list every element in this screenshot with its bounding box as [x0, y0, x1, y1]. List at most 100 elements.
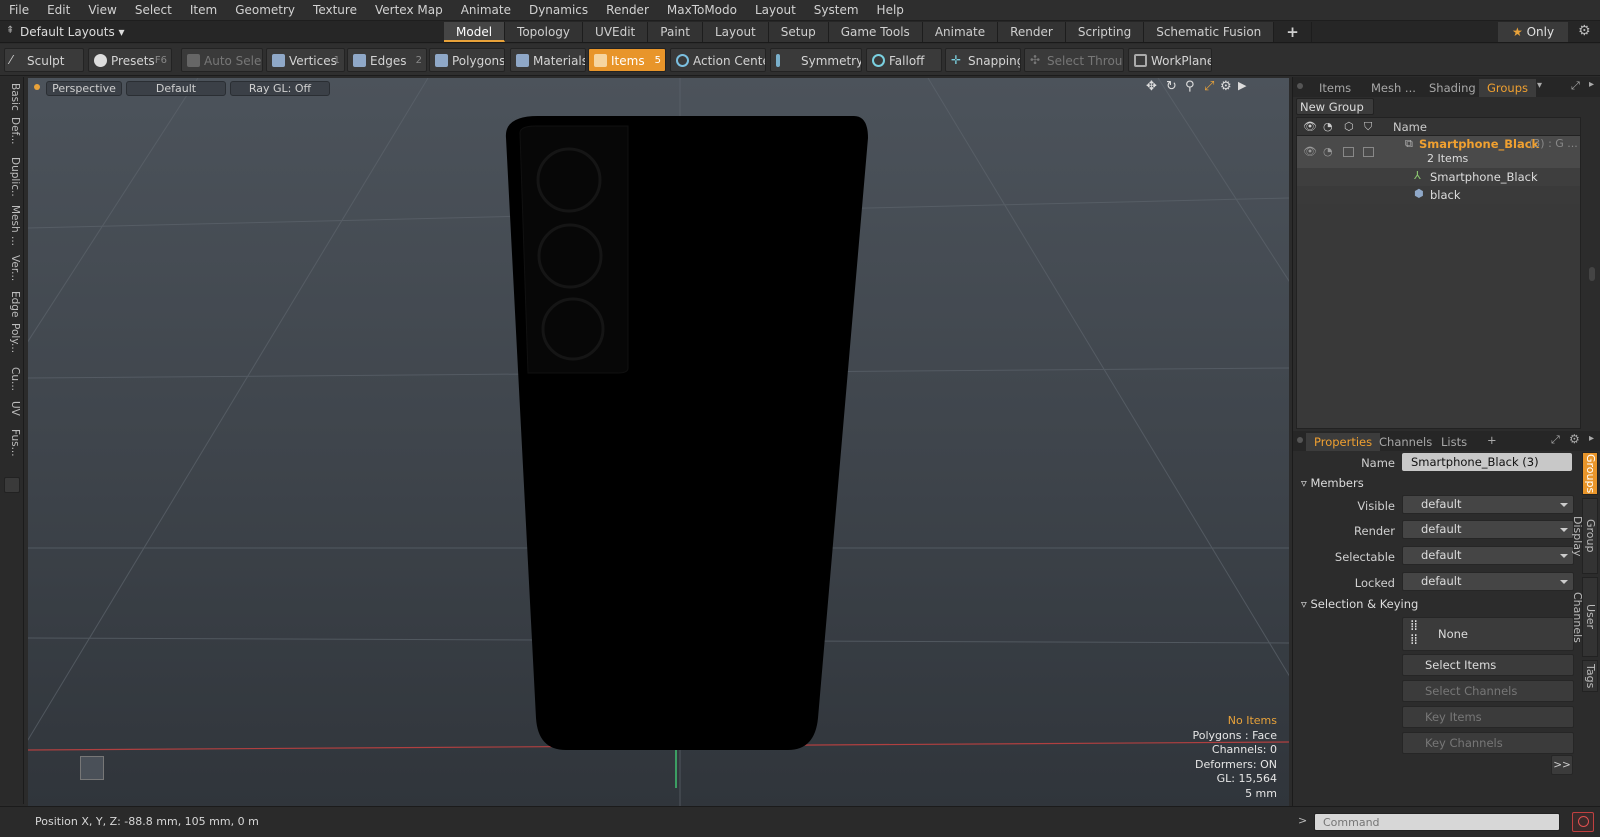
viewport-indicator-icon[interactable]: [34, 84, 40, 90]
sidetab-group-display[interactable]: Group Display: [1571, 498, 1598, 574]
menu-dynamics[interactable]: Dynamics: [520, 0, 597, 21]
visible-dropdown[interactable]: default: [1402, 495, 1574, 514]
selection-keying-header[interactable]: ▿ Selection & Keying: [1301, 597, 1418, 611]
maximize-icon[interactable]: ⤢: [1204, 79, 1214, 94]
command-input[interactable]: [1314, 813, 1560, 831]
add-tab-icon[interactable]: +: [1274, 22, 1312, 42]
tab-model[interactable]: Model: [444, 22, 506, 42]
menu-maxtomodo[interactable]: MaxToModo: [658, 0, 746, 21]
group-select-toggle[interactable]: [1343, 147, 1354, 157]
tab-topology[interactable]: Topology: [505, 22, 584, 42]
render-column-icon[interactable]: ◔: [1323, 120, 1333, 133]
symmetry-button[interactable]: Symmetry: [770, 48, 862, 72]
items-button[interactable]: Items 5: [588, 48, 666, 72]
polygons-button[interactable]: Polygons: [429, 48, 505, 72]
tree-scrollbar[interactable]: [1589, 267, 1595, 281]
auto-select-button[interactable]: Auto Select: [181, 48, 263, 72]
tab-setup[interactable]: Setup: [768, 22, 829, 42]
tree-row-mesh[interactable]: ⬢ black: [1297, 186, 1580, 204]
sculpt-button[interactable]: ⁄ Sculpt: [4, 48, 84, 72]
none-button[interactable]: ⁞⁞ ⁞⁞ None: [1402, 617, 1574, 651]
3d-viewport[interactable]: Perspective Default Ray GL: Off ✥ ↻ ⚲ ⤢ …: [28, 78, 1289, 806]
menu-help[interactable]: Help: [868, 0, 913, 21]
vtab-curve[interactable]: Cu...: [4, 367, 21, 393]
vtab-polygon[interactable]: Poly...: [4, 323, 21, 361]
tab-groups[interactable]: Groups: [1479, 79, 1537, 97]
tab-scripting[interactable]: Scripting: [1065, 22, 1145, 42]
add-tab-icon[interactable]: +: [1487, 433, 1497, 447]
tab-lists[interactable]: Lists: [1441, 433, 1467, 451]
vtab-uv[interactable]: UV: [4, 401, 21, 423]
menu-select[interactable]: Select: [126, 0, 181, 21]
menu-file[interactable]: File: [0, 0, 38, 21]
record-macro-button[interactable]: [1572, 812, 1594, 832]
rotate-icon[interactable]: ↻: [1166, 79, 1177, 94]
menu-view[interactable]: View: [79, 0, 125, 21]
tab-items[interactable]: Items: [1319, 79, 1351, 97]
workplane-button[interactable]: WorkPlane: [1128, 48, 1212, 72]
gear-icon[interactable]: ⚙: [1578, 23, 1591, 39]
select-channels-button[interactable]: Select Channels: [1402, 680, 1574, 702]
menu-texture[interactable]: Texture: [304, 0, 366, 21]
vtab-fusion[interactable]: Fus...: [4, 429, 21, 465]
group-lock-toggle[interactable]: [1363, 147, 1374, 157]
tab-schematic-fusion[interactable]: Schematic Fusion: [1144, 22, 1275, 42]
vtab-basic[interactable]: Basic: [4, 83, 21, 113]
menu-edit[interactable]: Edit: [38, 0, 79, 21]
name-column-header[interactable]: Name: [1393, 120, 1427, 134]
panel-menu-icon[interactable]: ▸: [1589, 79, 1594, 90]
menu-vertex-map[interactable]: Vertex Map: [366, 0, 452, 21]
lock-column-icon[interactable]: ⛉: [1364, 120, 1372, 134]
viewport-menu-icon[interactable]: ▶: [1238, 79, 1246, 92]
pan-icon[interactable]: ✥: [1146, 79, 1157, 94]
tabs-dropdown-icon[interactable]: ▾: [1537, 80, 1542, 91]
tab-animate[interactable]: Animate: [922, 22, 999, 42]
tab-shading[interactable]: Shading: [1429, 79, 1476, 97]
tab-channels[interactable]: Channels: [1379, 433, 1432, 451]
menu-geometry[interactable]: Geometry: [226, 0, 304, 21]
visibility-column-icon[interactable]: 👁: [1303, 120, 1317, 133]
zoom-icon[interactable]: ⚲: [1185, 79, 1195, 94]
sidetab-groups[interactable]: Groups: [1582, 452, 1598, 495]
collapse-icon[interactable]: ⇞: [6, 25, 16, 37]
tree-row-locator[interactable]: ⅄ Smartphone_Black: [1297, 168, 1580, 186]
snapping-button[interactable]: ✛ Snapping: [945, 48, 1021, 72]
tab-render[interactable]: Render: [998, 22, 1066, 42]
edges-button[interactable]: Edges 2: [347, 48, 427, 72]
tab-layout[interactable]: Layout: [702, 22, 769, 42]
raygl-dropdown[interactable]: Ray GL: Off: [230, 81, 330, 96]
layouts-dropdown[interactable]: Default Layouts ▾: [20, 21, 125, 43]
tab-properties[interactable]: Properties: [1306, 433, 1381, 451]
vertices-button[interactable]: Vertices 1: [266, 48, 345, 72]
key-channels-button[interactable]: Key Channels: [1402, 732, 1574, 754]
vtab-mesh[interactable]: Mesh ...: [4, 205, 21, 247]
render-dropdown[interactable]: default: [1402, 520, 1574, 539]
presets-button[interactable]: Presets F6: [88, 48, 172, 72]
vtab-edge[interactable]: Edge: [4, 291, 21, 319]
locked-dropdown[interactable]: default: [1402, 572, 1574, 591]
key-items-button[interactable]: Key Items: [1402, 706, 1574, 728]
props-menu-icon[interactable]: ▸: [1589, 433, 1594, 444]
falloff-button[interactable]: Falloff: [866, 48, 942, 72]
select-items-button[interactable]: Select Items: [1402, 654, 1574, 676]
materials-button[interactable]: Materials: [510, 48, 586, 72]
sidetab-user-channels[interactable]: User Channels: [1571, 577, 1598, 657]
tab-uvedit[interactable]: UVEdit: [583, 22, 649, 42]
more-button[interactable]: >>: [1551, 755, 1573, 775]
name-field[interactable]: Smartphone_Black (3): [1402, 453, 1572, 471]
panel-expand-icon[interactable]: ⤢: [1571, 79, 1580, 93]
props-settings-icon[interactable]: ⚙: [1569, 432, 1580, 446]
vtab-vertex[interactable]: Ver...: [4, 255, 21, 285]
menu-item[interactable]: Item: [181, 0, 226, 21]
tree-row-group[interactable]: 👁 ◔ ⧉ Smartphone_Black (3) : G ... 2 Ite…: [1297, 136, 1580, 168]
group-render-icon[interactable]: ◔: [1323, 145, 1333, 158]
viewport-settings-icon[interactable]: ⚙: [1220, 79, 1232, 94]
expand-tabs-button[interactable]: [4, 477, 20, 493]
projection-dropdown[interactable]: Perspective: [46, 81, 122, 96]
props-expand-icon[interactable]: ⤢: [1551, 433, 1560, 447]
select-through-button[interactable]: ✣ Select Through: [1024, 48, 1124, 72]
new-group-button[interactable]: New Group: [1296, 98, 1374, 115]
menu-layout[interactable]: Layout: [746, 0, 805, 21]
selectable-dropdown[interactable]: default: [1402, 546, 1574, 565]
menu-render[interactable]: Render: [597, 0, 658, 21]
